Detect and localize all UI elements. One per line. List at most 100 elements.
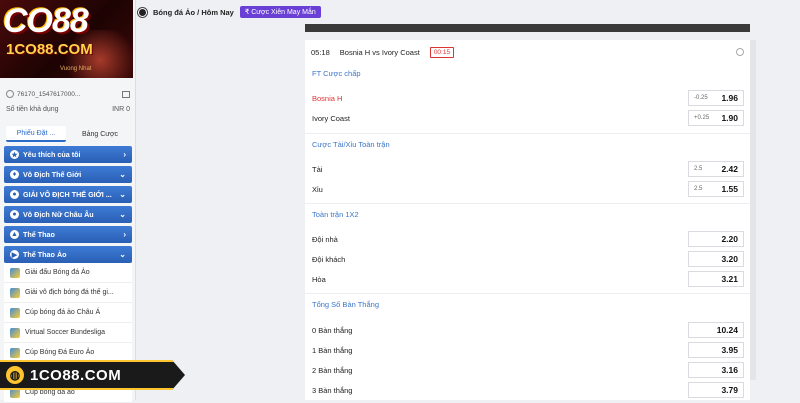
market-row: Đội nhà xyxy=(305,229,750,249)
menu-item[interactable]: ● GIẢI VÔ ĐỊCH THẾ GIỚI ... ⌄ xyxy=(4,186,132,203)
lucky-parlay-button[interactable]: ₹ Cược Xiên May Mắn xyxy=(239,6,321,18)
selection-name: 0 Bàn thắng xyxy=(312,325,353,335)
chevron-icon[interactable]: ⌄ xyxy=(119,250,126,259)
submenu-label: Cúp Bóng Đá Euro Ảo xyxy=(25,349,95,356)
market-row: Ivory Coast xyxy=(305,108,750,128)
odds-button[interactable]: 3.79 xyxy=(688,382,744,398)
selection-name: Tài xyxy=(312,164,323,174)
selection-name: 1 Bàn thắng xyxy=(312,345,353,355)
scrollbar[interactable] xyxy=(750,40,756,380)
odds-button[interactable]: 2.5 1.55 xyxy=(688,181,744,197)
odds-button[interactable]: +0.25 1.90 xyxy=(688,110,744,126)
logo-brand: CO88 xyxy=(3,2,89,40)
odds-value: 1.96 xyxy=(721,93,738,103)
account-bar: 76170_1547617000... xyxy=(6,88,130,100)
refresh-icon[interactable] xyxy=(736,48,744,56)
balance-label: Số tiền khả dụng xyxy=(6,106,59,113)
chevron-icon[interactable]: › xyxy=(123,230,126,239)
logo-domain: 1CO88.COM xyxy=(6,41,93,58)
odds-value: 2.20 xyxy=(721,234,738,244)
handicap-value: +0.25 xyxy=(694,115,710,121)
odds-value: 10.24 xyxy=(716,325,738,335)
submenu-label: Cúp bóng đá ảo xyxy=(25,389,75,396)
market-row: Đội khách xyxy=(305,249,750,269)
menu-item-label: Yêu thích của tôi xyxy=(23,150,81,159)
handicap-value: 2.5 xyxy=(694,186,703,192)
market-row: Tài xyxy=(305,159,750,179)
odds-value: 1.90 xyxy=(721,113,738,123)
match-teams: Bosnia H vs Ivory Coast xyxy=(339,47,420,57)
section-1x2[interactable]: Toàn trận 1X2 xyxy=(305,203,750,225)
selection-name: Bosnia H xyxy=(312,93,343,103)
odds-value: 3.16 xyxy=(721,365,738,375)
section-over-under[interactable]: Cược Tài/Xỉu Toàn trận xyxy=(305,133,750,155)
globe-icon: ◍ xyxy=(6,366,24,384)
menu-item[interactable]: ♦ Vô Địch Thế Giới ⌄ xyxy=(4,166,132,183)
chevron-icon[interactable]: › xyxy=(123,150,126,159)
submenu-item[interactable]: Giải đấu Bóng đá Ảo xyxy=(4,263,132,283)
odds-button[interactable]: 3.20 xyxy=(688,251,744,267)
menu-item-label: Thể Thao xyxy=(23,230,55,239)
selection-name: Đội nhà xyxy=(312,234,338,244)
odds-value: 2.42 xyxy=(721,164,738,174)
football-icon: ● xyxy=(10,190,19,199)
handicap-value: -0.25 xyxy=(694,95,708,101)
betslip-tabs: Phiếu Đặt ... Bảng Cược xyxy=(6,126,130,142)
league-icon xyxy=(10,327,20,338)
submenu-label: Virtual Soccer Bundesliga xyxy=(25,329,106,336)
league-icon xyxy=(10,307,20,318)
header-strip xyxy=(305,24,750,32)
tab-bet-list[interactable]: Bảng Cược xyxy=(70,126,130,142)
menu-item[interactable]: ★ Yêu thích của tôi › xyxy=(4,146,132,163)
logo-subtext: Vuong Nhat xyxy=(60,66,92,72)
menu-item[interactable]: ● Vô Địch Nữ Châu Âu ⌄ xyxy=(4,206,132,223)
market-row: 0 Bàn thắng xyxy=(305,320,750,340)
market-row: Bosnia H xyxy=(305,88,750,108)
brand-logo[interactable]: CO88 1CO88.COM Vuong Nhat xyxy=(0,0,133,78)
promo-banner[interactable]: ◍ 1CO88.COM xyxy=(0,360,185,390)
odds-button[interactable]: 3.95 xyxy=(688,342,744,358)
sports-menu: ★ Yêu thích của tôi › ♦ Vô Địch Thế Giới ⌄ ● GI… xyxy=(4,146,132,266)
selection-name: Đội khách xyxy=(312,254,346,264)
virtual-sports-icon: ▶ xyxy=(10,250,19,259)
menu-item-label: Vô Địch Thế Giới xyxy=(23,170,82,179)
chevron-icon[interactable]: ⌄ xyxy=(119,170,126,179)
odds-button[interactable]: 10.24 xyxy=(688,322,744,338)
odds-button[interactable]: 3.16 xyxy=(688,362,744,378)
banner-text: 1CO88.COM xyxy=(30,366,122,384)
user-icon xyxy=(6,90,14,98)
odds-button[interactable]: -0.25 1.96 xyxy=(688,90,744,106)
selection-name: 3 Bàn thắng xyxy=(312,385,353,395)
odds-value: 1.55 xyxy=(721,184,738,194)
menu-item-label: Thể Thao Ảo xyxy=(23,250,67,259)
odds-value: 3.21 xyxy=(721,274,738,284)
selection-name: Ivory Coast xyxy=(312,113,350,123)
market-panel: 05:18 Bosnia H vs Ivory Coast 00:15 FT C… xyxy=(305,40,750,400)
odds-button[interactable]: 3.21 xyxy=(688,271,744,287)
mail-icon[interactable] xyxy=(122,90,130,98)
section-ft-handicap[interactable]: FT Cược chấp xyxy=(305,62,750,84)
submenu-item[interactable]: Giải vô địch bóng đá thế gi... xyxy=(4,283,132,303)
submenu-item[interactable]: Cúp bóng đá ảo Châu Á xyxy=(4,303,132,323)
submenu-item[interactable]: Virtual Soccer Bundesliga xyxy=(4,323,132,343)
selection-name: Hòa xyxy=(312,274,326,284)
menu-item[interactable]: ▲ Thể Thao › xyxy=(4,226,132,243)
chevron-icon[interactable]: ⌄ xyxy=(119,190,126,199)
account-id: 76170_1547617000... xyxy=(17,90,81,98)
odds-button[interactable]: 2.20 xyxy=(688,231,744,247)
market-row: 3 Bàn thắng xyxy=(305,380,750,400)
submenu-label: Giải đấu Bóng đá Ảo xyxy=(25,269,90,276)
submenu-label: Cúp bóng đá ảo Châu Á xyxy=(25,309,101,316)
star-icon: ★ xyxy=(10,150,19,159)
section-total-goals[interactable]: Tổng Số Bàn Thắng xyxy=(305,293,750,315)
odds-button[interactable]: 2.5 2.42 xyxy=(688,161,744,177)
market-row: Xỉu xyxy=(305,179,750,199)
menu-item[interactable]: ▶ Thể Thao Ảo ⌄ xyxy=(4,246,132,263)
selection-name: 2 Bàn thắng xyxy=(312,365,353,375)
football-icon xyxy=(138,7,147,17)
chevron-icon[interactable]: ⌄ xyxy=(119,210,126,219)
top-bar: Bóng đá Ảo / Hôm Nay ₹ Cược Xiên May Mắn xyxy=(136,0,800,24)
balance-row: Số tiền khả dụng INR 0 xyxy=(6,106,130,113)
tab-betslip[interactable]: Phiếu Đặt ... xyxy=(6,126,66,142)
match-header: 05:18 Bosnia H vs Ivory Coast 00:15 xyxy=(311,45,744,59)
